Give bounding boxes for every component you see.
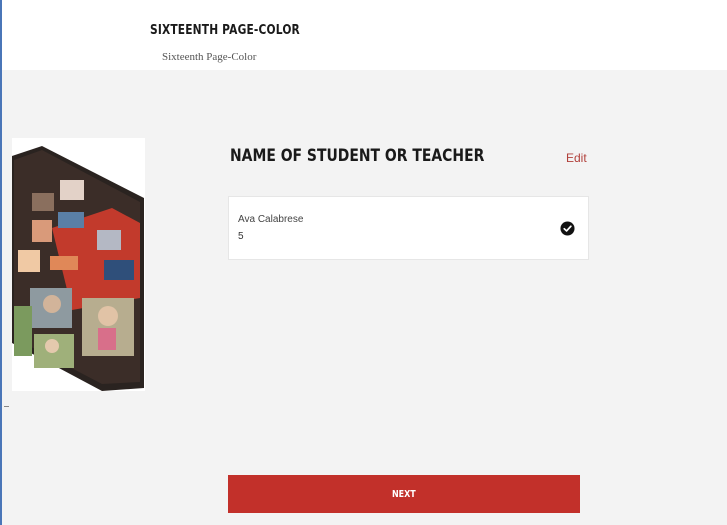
product-title: SIXTEENTH PAGE-COLOR xyxy=(150,23,300,38)
student-value: 5 xyxy=(238,231,244,242)
check-circle-icon xyxy=(560,221,575,236)
student-entry-card[interactable]: Ava Calabrese 5 xyxy=(228,196,589,260)
next-button[interactable]: NEXT xyxy=(228,475,580,513)
decorative-tick xyxy=(4,406,9,407)
section-title: NAME OF STUDENT OR TEACHER xyxy=(230,146,485,166)
product-subtitle: Sixteenth Page-Color xyxy=(162,51,257,63)
student-name: Ava Calabrese xyxy=(238,214,304,225)
edit-link[interactable]: Edit xyxy=(566,151,587,165)
page-header: SIXTEENTH PAGE-COLOR Sixteenth Page-Colo… xyxy=(2,0,727,70)
yearbook-product-image xyxy=(12,138,145,391)
next-button-label: NEXT xyxy=(392,488,416,500)
